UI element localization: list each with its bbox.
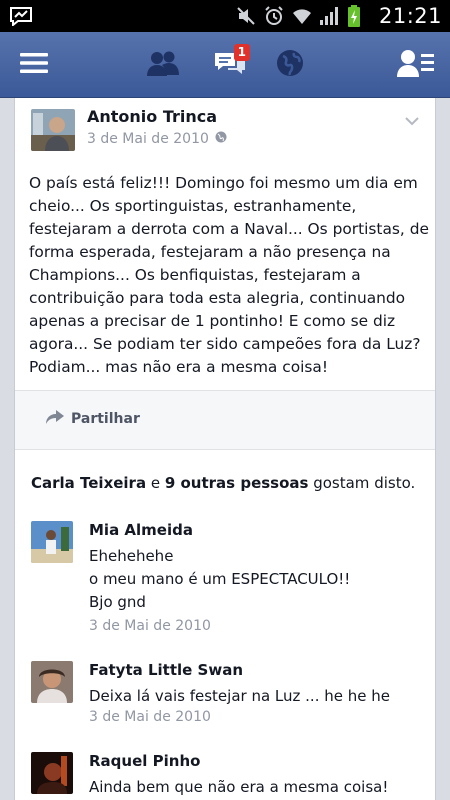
post-body-text: O país está feliz!!! Domingo foi mesmo u… — [29, 174, 429, 376]
comment-date[interactable]: 3 de Mai de 2010 — [89, 709, 211, 725]
wifi-icon — [291, 5, 313, 27]
post-actions-bar: Partilhar — [15, 390, 435, 450]
friend-requests-icon — [146, 49, 180, 81]
comment-line: Bjo gnd — [89, 593, 146, 611]
comment-date[interactable]: 3 de Mai de 2010 — [89, 618, 211, 634]
commenter-avatar[interactable] — [31, 752, 73, 794]
commenter-avatar[interactable] — [31, 521, 73, 563]
mute-icon — [235, 5, 257, 27]
clock: 21:21 — [378, 4, 442, 28]
status-bar: 21:21 — [0, 0, 450, 32]
comment-item: Fatyta Little Swan Deixa lá vais festeja… — [15, 661, 435, 731]
comment-item: Mia Almeida Ehehehehe o meu mano é um ES… — [15, 521, 435, 641]
messages-button[interactable]: 1 — [208, 44, 252, 85]
post-date-text: 3 de Mai de 2010 — [87, 131, 209, 147]
author-avatar[interactable] — [31, 109, 75, 151]
likes-suffix-text: gostam disto. — [308, 474, 416, 492]
comment-line: Ainda bem que não era a mesma coisa! — [89, 778, 389, 796]
notifications-button[interactable] — [270, 45, 310, 85]
friend-requests-button[interactable] — [143, 45, 183, 85]
liker-name[interactable]: Carla Teixeira — [31, 474, 146, 492]
share-label: Partilhar — [71, 411, 140, 427]
alarm-icon — [263, 5, 285, 27]
notifications-globe-icon — [275, 48, 305, 82]
likes-and-text: e — [146, 474, 165, 492]
comment-text: Ehehehehe o meu mano é um ESPECTACULO!! … — [89, 545, 419, 614]
author-name[interactable]: Antonio Trinca — [87, 107, 217, 126]
share-button[interactable]: Partilhar — [45, 409, 140, 429]
comment-text: Ainda bem que não era a mesma coisa! — [89, 776, 419, 799]
messenger-icon — [8, 6, 34, 28]
post-header: Antonio Trinca 3 de Mai de 2010 — [15, 98, 435, 168]
comment-item: Raquel Pinho Ainda bem que não era a mes… — [15, 752, 435, 800]
messages-badge: 1 — [233, 44, 250, 61]
post-card: Antonio Trinca 3 de Mai de 2010 O país e… — [14, 98, 436, 800]
likes-summary[interactable]: Carla Teixeira e 9 outras pessoas gostam… — [31, 474, 415, 492]
menu-icon — [19, 51, 49, 79]
comment-line: Ehehehehe — [89, 547, 174, 565]
friends-list-icon — [397, 48, 435, 82]
facebook-top-bar: 1 — [0, 32, 450, 98]
commenter-name[interactable]: Fatyta Little Swan — [89, 661, 243, 679]
others-count-link[interactable]: 9 outras pessoas — [165, 474, 309, 492]
friends-list-button[interactable] — [396, 45, 436, 85]
chevron-down-icon[interactable] — [405, 111, 419, 126]
post-date[interactable]: 3 de Mai de 2010 — [87, 131, 227, 147]
signal-icon — [319, 5, 341, 27]
commenter-name[interactable]: Raquel Pinho — [89, 752, 200, 770]
commenter-name[interactable]: Mia Almeida — [89, 521, 193, 539]
comment-line: Deixa lá vais festejar na Luz ... he he … — [89, 687, 390, 705]
comment-text: Deixa lá vais festejar na Luz ... he he … — [89, 685, 419, 708]
comment-line: o meu mano é um ESPECTACULO!! — [89, 570, 351, 588]
globe-privacy-icon — [215, 131, 227, 147]
share-arrow-icon — [45, 409, 65, 429]
menu-button[interactable] — [16, 45, 52, 85]
commenter-avatar[interactable] — [31, 661, 73, 703]
battery-charging-icon — [347, 5, 369, 27]
